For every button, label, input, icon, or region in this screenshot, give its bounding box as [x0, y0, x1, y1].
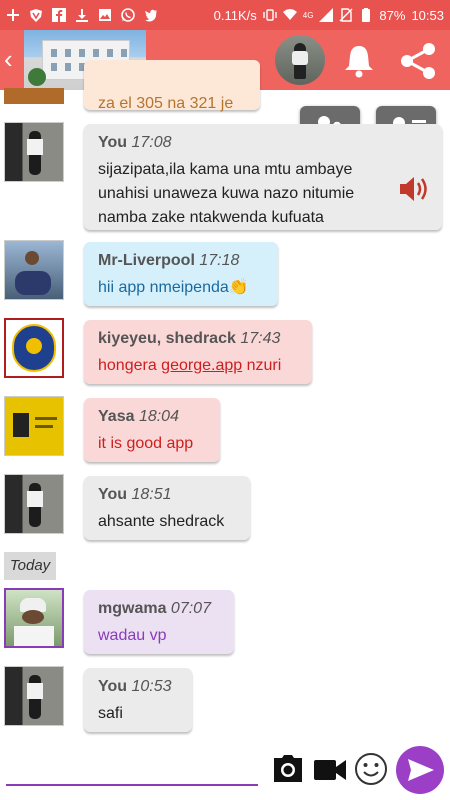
- network-type: 4G: [302, 10, 314, 20]
- vpn-icon: [30, 9, 42, 22]
- sender-name: You: [98, 486, 128, 503]
- emoji-icon[interactable]: [354, 752, 388, 786]
- image-icon: [99, 9, 111, 21]
- network-speed: 0.11K/s: [213, 7, 257, 23]
- message-text-prefix: hongera: [98, 357, 162, 374]
- message-text: it is good app: [98, 435, 194, 452]
- plus-icon: [7, 9, 19, 21]
- message-avatar-you[interactable]: [4, 122, 64, 182]
- date-divider: Today: [4, 552, 56, 580]
- message-time: 10:53: [131, 678, 172, 695]
- message-avatar-mgwama[interactable]: [4, 588, 64, 648]
- partial-avatar[interactable]: [4, 70, 64, 104]
- message-text: ahsante shedrack: [98, 513, 225, 530]
- message-avatar-you[interactable]: [4, 666, 64, 726]
- send-button[interactable]: [396, 746, 444, 794]
- message-avatar-kiyeyeu[interactable]: [4, 318, 64, 378]
- vibrate-icon: [263, 9, 277, 21]
- message-header: mgwama 07:07: [98, 600, 220, 618]
- message-time: 17:43: [240, 330, 281, 347]
- whatsapp-icon: [121, 8, 135, 22]
- message-text: wadau vp: [98, 627, 167, 644]
- message-input[interactable]: [6, 748, 258, 784]
- message-header: kiyeyeu, shedrack 17:43: [98, 330, 298, 348]
- twitter-icon: [145, 9, 157, 22]
- battery-icon: [362, 8, 371, 22]
- message-bubble[interactable]: You 10:53 safi: [84, 668, 192, 732]
- sender-name: Yasa: [98, 408, 135, 425]
- video-icon[interactable]: [313, 758, 347, 782]
- message-text: safi: [98, 705, 123, 722]
- message-avatar-you[interactable]: [4, 474, 64, 534]
- message-time: 07:07: [170, 600, 211, 617]
- message-time: 17:18: [199, 252, 240, 269]
- notification-icons: [6, 8, 158, 22]
- profile-avatar[interactable]: [275, 35, 325, 85]
- bell-icon[interactable]: [340, 42, 378, 80]
- message-header: You 10:53: [98, 678, 178, 696]
- speaker-icon[interactable]: [398, 174, 430, 204]
- no-sim-icon: [339, 8, 353, 22]
- facebook-icon: [52, 8, 66, 22]
- sender-name: Mr-Liverpool: [98, 252, 195, 269]
- message-bubble[interactable]: Mr-Liverpool 17:18 hii app nmeipenda👏: [84, 242, 278, 306]
- input-underline: [6, 784, 258, 786]
- message-bubble[interactable]: You 17:08 sijazipata,ila kama una mtu am…: [84, 124, 442, 230]
- partial-message-bubble[interactable]: za el 305 na 321 je: [84, 60, 260, 112]
- wifi-icon: [282, 9, 297, 20]
- send-icon: [408, 759, 434, 781]
- message-link[interactable]: george.app: [161, 357, 242, 374]
- share-icon[interactable]: [398, 40, 440, 82]
- message-bubble[interactable]: mgwama 07:07 wadau vp: [84, 590, 234, 654]
- sender-name: mgwama: [98, 600, 167, 617]
- status-bar: 0.11K/s 4G 87% 10:53: [0, 0, 450, 30]
- sender-name: kiyeyeu, shedrack: [98, 330, 236, 347]
- message-header: You 18:51: [98, 486, 236, 504]
- message-avatar-mr-liverpool[interactable]: [4, 240, 64, 300]
- download-icon: [76, 9, 88, 22]
- message-header: You 17:08: [98, 134, 428, 152]
- message-text: hii app nmeipenda👏: [98, 279, 249, 296]
- battery-level: 87%: [379, 7, 406, 23]
- message-text: hongera george.app nzuri: [98, 354, 298, 378]
- signal-icon: [319, 8, 334, 22]
- message-time: 18:04: [138, 408, 179, 425]
- message-header: Yasa 18:04: [98, 408, 206, 426]
- message-bubble[interactable]: Yasa 18:04 it is good app: [84, 398, 220, 462]
- message-time: 17:08: [131, 134, 172, 151]
- partial-message-text: za el 305 na 321 je: [98, 95, 234, 112]
- camera-icon[interactable]: [272, 754, 304, 784]
- sender-name: You: [98, 678, 128, 695]
- message-avatar-yasa[interactable]: [4, 396, 64, 456]
- message-time: 18:51: [131, 486, 172, 503]
- message-text: sijazipata,ila kama una mtu ambaye unahi…: [98, 161, 355, 226]
- message-bubble[interactable]: You 18:51 ahsante shedrack: [84, 476, 250, 540]
- message-bubble[interactable]: kiyeyeu, shedrack 17:43 hongera george.a…: [84, 320, 312, 384]
- message-header: Mr-Liverpool 17:18: [98, 252, 264, 270]
- sender-name: You: [98, 134, 128, 151]
- message-text-suffix: nzuri: [242, 357, 282, 374]
- clock: 10:53: [411, 7, 444, 23]
